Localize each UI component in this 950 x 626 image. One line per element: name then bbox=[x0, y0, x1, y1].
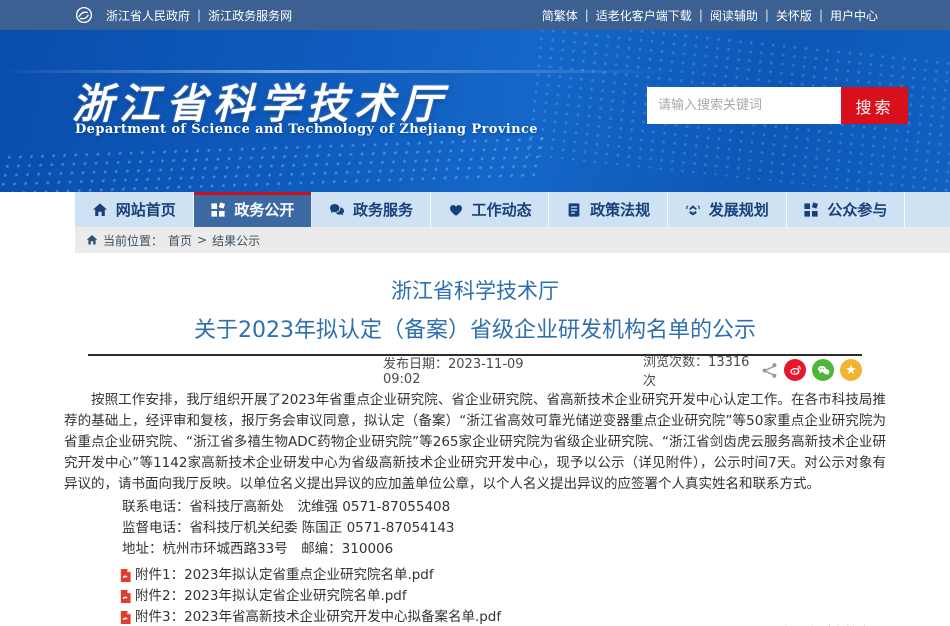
link-provincial-government[interactable]: 浙江省人民政府 bbox=[106, 7, 190, 24]
home-icon bbox=[86, 234, 98, 246]
breadcrumb: 当前位置： 首页 > 结果公示 bbox=[75, 227, 950, 253]
chat-bubbles-icon bbox=[329, 202, 345, 218]
attachment-link-1[interactable]: 附件1：2023年拟认定省重点企业研究院名单.pdf bbox=[64, 565, 886, 586]
nav-item-work-news[interactable]: 工作动态 bbox=[431, 192, 550, 227]
heart-icon bbox=[448, 202, 464, 218]
pdf-icon bbox=[119, 568, 132, 583]
topbar-right-links: 简繁体 | 适老化客户端下载 | 阅读辅助 | 关怀版 | 用户中心 bbox=[542, 7, 878, 24]
site-title-english: Department of Science and Technology of … bbox=[75, 122, 538, 137]
article-meta: 发布日期：2023-11-09 09:02 浏览次数：13316次 bbox=[88, 356, 862, 384]
breadcrumb-label: 当前位置： bbox=[103, 232, 163, 249]
publish-date-label: 发布日期： bbox=[383, 357, 448, 372]
qzone-share-icon[interactable]: ★ bbox=[840, 359, 862, 381]
link-simplified-traditional[interactable]: 简繁体 bbox=[542, 7, 578, 24]
contact-info: 联系电话：省科技厅高新处 沈维强 0571-87055408 监督电话：省科技厅… bbox=[64, 497, 886, 560]
participation-grid-icon bbox=[803, 202, 819, 218]
nav-item-public-participation[interactable]: 公众参与 bbox=[787, 192, 906, 227]
search-input[interactable] bbox=[647, 87, 841, 124]
separator: | bbox=[585, 8, 589, 22]
supervision-phone-line: 监督电话：省科技厅机关纪委 陈国正 0571-87054143 bbox=[64, 518, 886, 539]
separator: | bbox=[699, 8, 703, 22]
link-reading-assist[interactable]: 阅读辅助 bbox=[710, 7, 758, 24]
contact-phone-line: 联系电话：省科技厅高新处 沈维强 0571-87055408 bbox=[64, 497, 886, 518]
view-count: 浏览次数：13316次 bbox=[643, 351, 761, 389]
topbar-left-links: 浙江省人民政府 | 浙江政务服务网 bbox=[75, 6, 292, 24]
link-user-center[interactable]: 用户中心 bbox=[830, 7, 878, 24]
link-elderly-client-download[interactable]: 适老化客户端下载 bbox=[596, 7, 692, 24]
pdf-icon bbox=[119, 589, 132, 604]
nav-item-gov-service[interactable]: 政务服务 bbox=[312, 192, 431, 227]
article-org-title: 浙江省科学技术厅 bbox=[0, 275, 950, 305]
handshake-icon bbox=[685, 202, 701, 218]
nav-item-policies[interactable]: 政策法规 bbox=[549, 192, 668, 227]
document-icon bbox=[566, 202, 582, 218]
attachment-list: 附件1：2023年拟认定省重点企业研究院名单.pdf 附件2：2023年拟认定省… bbox=[64, 565, 886, 626]
breadcrumb-current: 结果公示 bbox=[212, 232, 260, 249]
gov-open-grid-icon bbox=[210, 202, 226, 218]
site-title: 浙江省科学技术厅 bbox=[72, 70, 448, 130]
separator: | bbox=[819, 8, 823, 22]
publish-date: 发布日期：2023-11-09 09:02 bbox=[383, 353, 563, 387]
nav-item-gov-open[interactable]: 政务公开 bbox=[194, 192, 313, 227]
article-title: 关于2023年拟认定（备案）省级企业研发机构名单的公示 bbox=[0, 312, 950, 344]
main-nav: 网站首页 政务公开 政务服务 工作动态 政策法规 bbox=[75, 192, 950, 227]
address-line: 地址：杭州市环城西路33号 邮编：310006 bbox=[64, 539, 886, 560]
separator: | bbox=[765, 8, 769, 22]
separator: | bbox=[197, 8, 201, 22]
link-gov-service-site[interactable]: 浙江政务服务网 bbox=[208, 7, 292, 24]
top-utility-bar: 浙江省人民政府 | 浙江政务服务网 简繁体 | 适老化客户端下载 | 阅读辅助 … bbox=[0, 0, 950, 30]
wechat-share-icon[interactable] bbox=[812, 359, 834, 381]
view-count-label: 浏览次数： bbox=[643, 355, 708, 370]
nav-item-development-plans[interactable]: 发展规划 bbox=[668, 192, 787, 227]
site-search: 搜索 bbox=[647, 87, 908, 124]
share-icon[interactable] bbox=[761, 362, 778, 379]
breadcrumb-arrow: > bbox=[197, 233, 207, 247]
link-care-version[interactable]: 关怀版 bbox=[776, 7, 812, 24]
pdf-icon bbox=[119, 610, 132, 625]
government-logo-icon bbox=[75, 6, 93, 24]
share-bar: ★ bbox=[761, 359, 862, 381]
article-body: 按照工作安排，我厅组织开展了2023年省重点企业研究院、省企业研究院、省高新技术… bbox=[64, 390, 886, 495]
breadcrumb-home-link[interactable]: 首页 bbox=[168, 232, 192, 249]
nav-item-home[interactable]: 网站首页 bbox=[75, 192, 194, 227]
weibo-share-icon[interactable] bbox=[784, 359, 806, 381]
banner-dots-decoration bbox=[0, 134, 547, 192]
attachment-link-2[interactable]: 附件2：2023年拟认定省企业研究院名单.pdf bbox=[64, 586, 886, 607]
home-icon bbox=[92, 202, 108, 218]
search-button[interactable]: 搜索 bbox=[841, 87, 908, 124]
site-banner: 浙江省科学技术厅 Department of Science and Techn… bbox=[0, 30, 950, 192]
